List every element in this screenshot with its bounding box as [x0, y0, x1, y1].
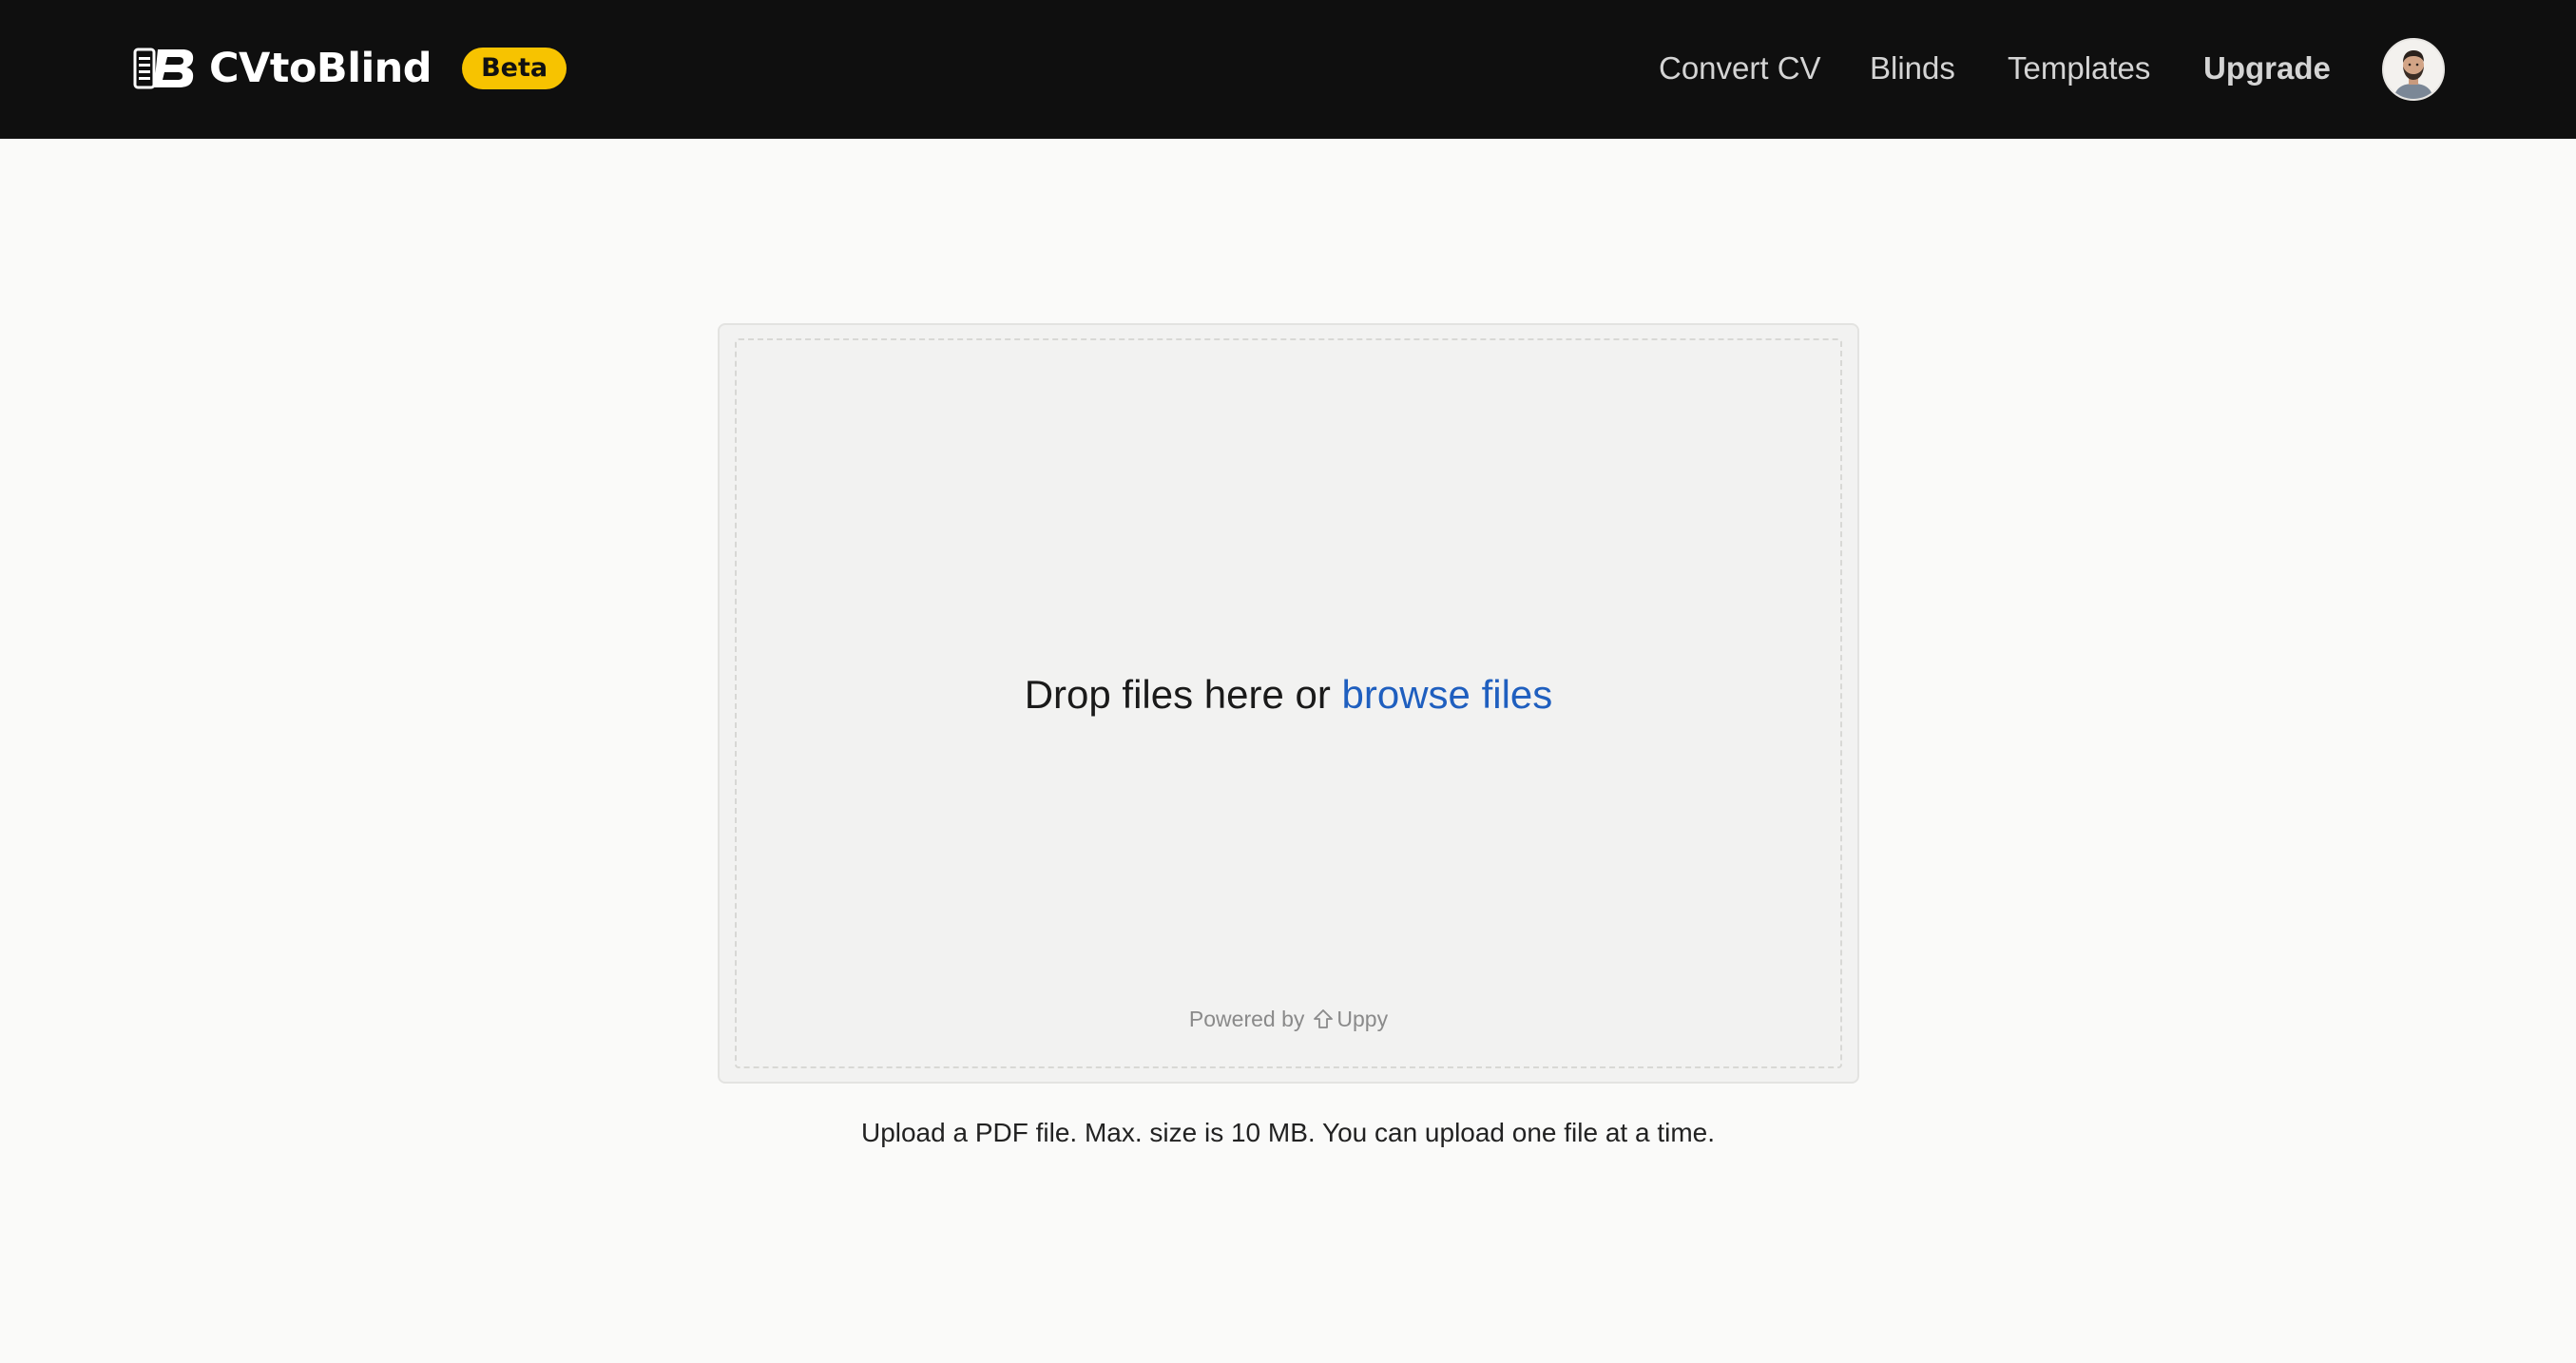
brand-home-link[interactable]: CVtoBlind Beta	[133, 44, 567, 93]
upload-instructions-note: Upload a PDF file. Max. size is 10 MB. Y…	[860, 1118, 1716, 1147]
browse-files-link[interactable]: browse files	[1342, 672, 1553, 717]
dropzone-dashed-area[interactable]: Drop files here or browse files Powered …	[735, 338, 1842, 1068]
user-avatar[interactable]	[2382, 38, 2445, 101]
beta-badge: Beta	[462, 48, 567, 89]
nav-blinds-wrap: Blinds	[1870, 44, 1955, 93]
drop-instructions: Drop files here or browse files	[737, 669, 1840, 720]
top-navbar: CVtoBlind Beta Convert CV Blinds Templat…	[0, 0, 2576, 139]
powered-by-uppy: Powered by Uppy	[737, 1005, 1840, 1033]
powered-by-label: Powered by	[1188, 1007, 1305, 1031]
nav-upgrade-wrap: Upgrade	[2203, 44, 2331, 93]
user-portrait-icon	[2384, 40, 2443, 99]
uppy-arrow-icon	[1314, 1009, 1334, 1028]
nav-templates[interactable]: Templates	[2008, 44, 2150, 93]
brand-name: CVtoBlind	[209, 45, 433, 92]
nav-blinds[interactable]: Blinds	[1870, 44, 1955, 93]
document-b-logo-icon	[133, 48, 194, 89]
drop-files-label: Drop files here or	[1024, 672, 1331, 717]
nav-convert-cv-wrap: Convert CV	[1659, 44, 1821, 93]
nav-convert-cv[interactable]: Convert CV	[1659, 44, 1821, 93]
uppy-label: Uppy	[1336, 1007, 1389, 1031]
nav-templates-wrap: Templates	[2008, 44, 2150, 93]
file-dropzone[interactable]: Drop files here or browse files Powered …	[718, 323, 1859, 1084]
nav-upgrade[interactable]: Upgrade	[2203, 44, 2331, 93]
